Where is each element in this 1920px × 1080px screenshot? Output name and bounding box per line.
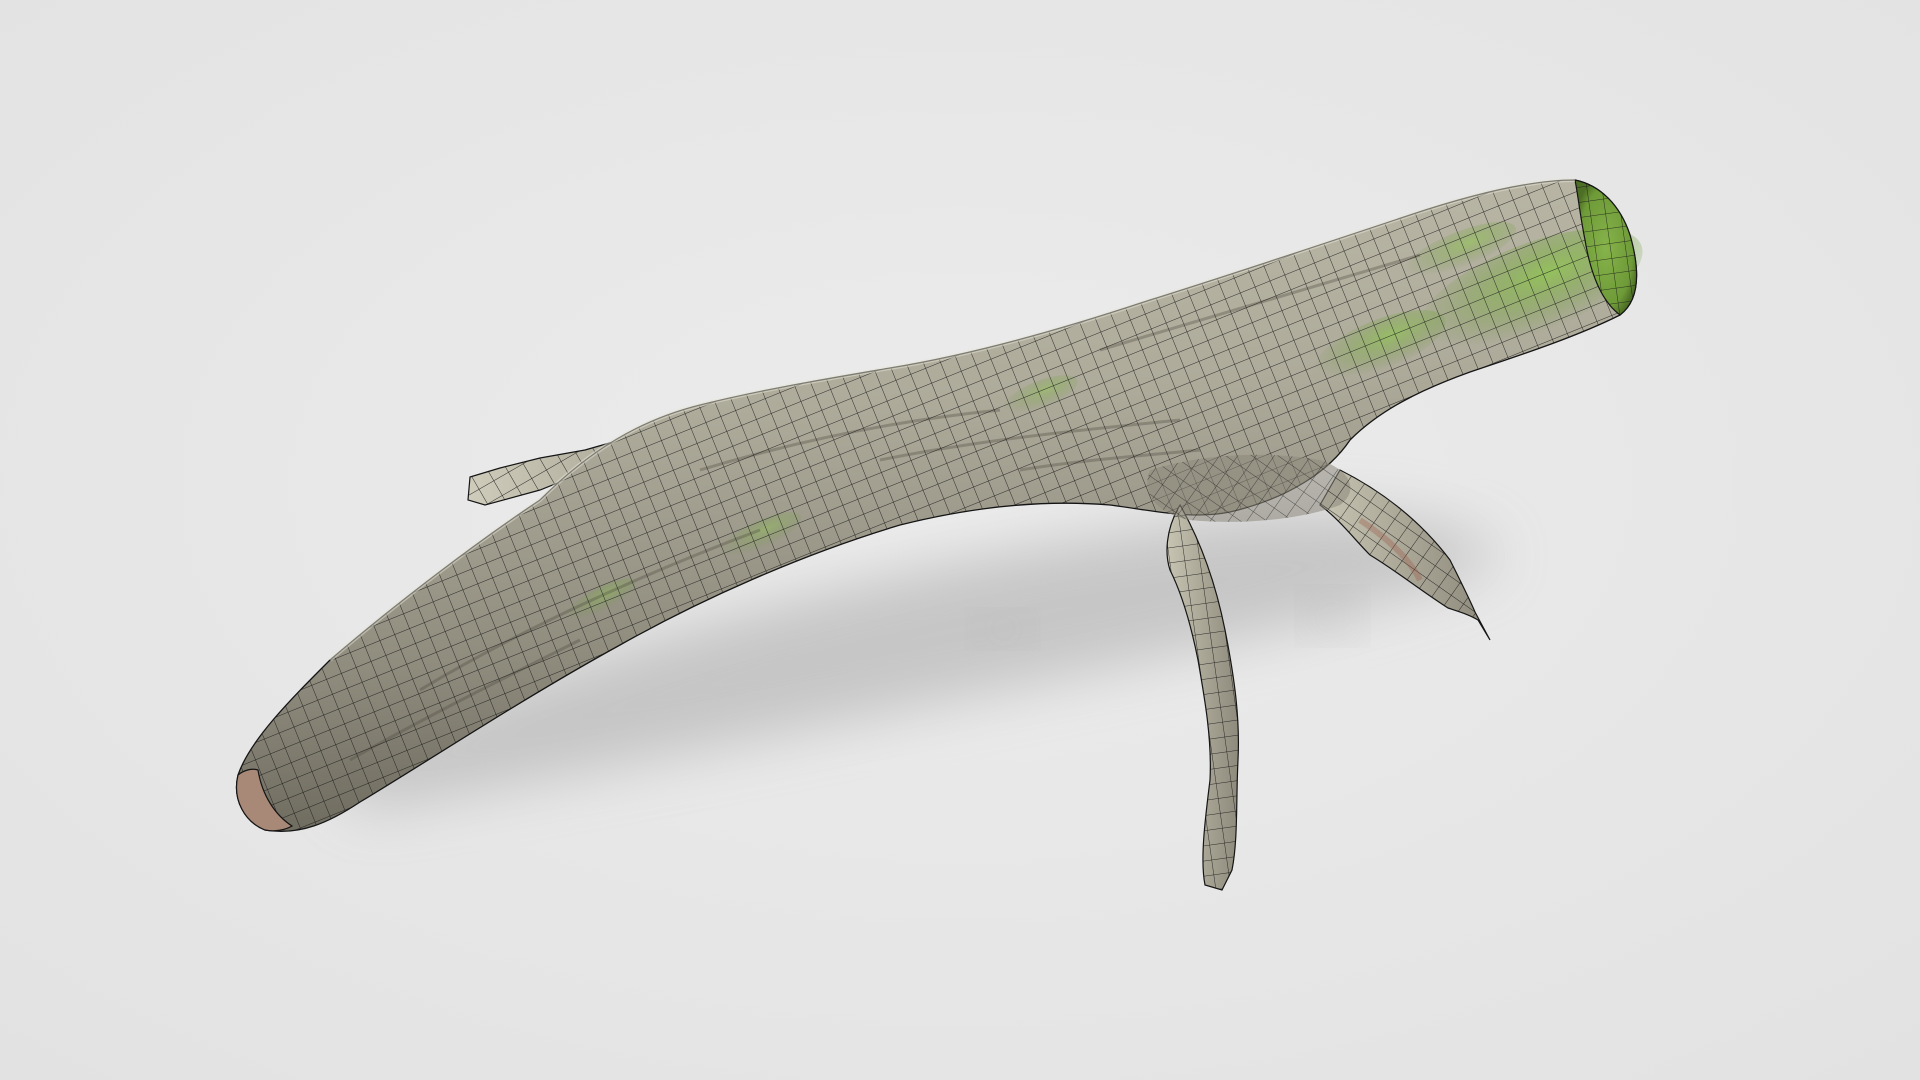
model-render-canvas[interactable] — [0, 0, 1920, 1080]
3d-viewport[interactable] — [0, 0, 1920, 1080]
viewport-background — [0, 0, 1920, 1080]
